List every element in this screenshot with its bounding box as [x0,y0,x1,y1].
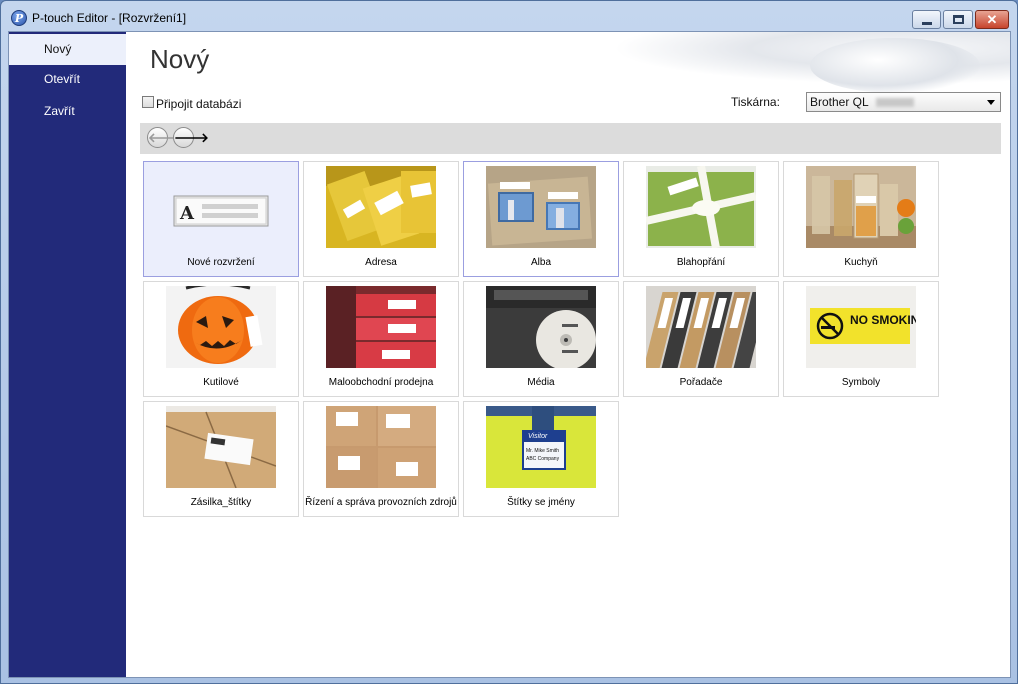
header-decoration [590,32,1010,93]
template-shipping[interactable]: Zásilka_štítky [143,401,299,517]
template-binders[interactable]: Pořadače [623,281,779,397]
main-panel: Nový Připojit databázi Tiskárna: Brother… [126,32,1010,677]
album-photo [486,166,596,248]
back-button[interactable]: 🡐 [147,127,183,148]
p-touch-icon[interactable]: P [11,10,27,26]
template-name-badges[interactable]: Visitor Mr. Mike Smith ABC Company Štítk… [463,401,619,517]
template-new-layout[interactable]: A Nové rozvržení [143,161,299,277]
template-label: Kutilové [203,377,239,388]
printer-model-blurred [875,98,914,108]
database-checkbox[interactable] [142,96,154,108]
media-disc-photo [486,286,596,368]
navigation-bar: 🡐 🡒 [140,123,1001,154]
sidebar-item-close[interactable]: Zavřít [9,96,126,127]
maximize-icon [953,15,964,24]
maximize-button[interactable] [943,10,973,29]
title-bar[interactable]: P P-touch Editor - [Rozvržení1] ✕ [1,1,1017,31]
database-checkbox-label[interactable]: Připojit databázi [156,97,241,111]
template-label: Symboly [841,377,881,388]
template-greeting[interactable]: Blahopřání [623,161,779,277]
printer-select-value: Brother QL [810,95,869,109]
new-layout-icon: A [166,166,276,248]
template-label: Pořadače [679,377,723,388]
badge-line-1: Mr. Mike Smith [526,448,559,454]
template-label: Blahopřání [676,257,726,268]
greeting-gift-photo [646,166,756,248]
template-address[interactable]: Adresa [303,161,459,277]
pumpkin-photo [166,286,276,368]
no-smoking-text: NO SMOKING [850,313,916,327]
template-label: Řízení a správa provozních zdrojů [305,497,457,508]
chevron-down-icon [987,100,995,105]
template-label: Nové rozvržení [187,257,255,268]
template-label: Média [527,377,555,388]
sidebar: Nový Otevřít Zavřít [9,32,126,677]
minimize-icon [922,22,932,25]
sidebar-item-open[interactable]: Otevřít [9,64,126,95]
template-asset-management[interactable]: Řízení a správa provozních zdrojů [303,401,459,517]
forward-button[interactable]: 🡒 [173,127,209,148]
address-labels-photo [326,166,436,248]
sidebar-item-new[interactable]: Nový [9,34,126,65]
name-badge-photo: Visitor Mr. Mike Smith ABC Company [486,406,596,488]
svg-text:A: A [179,203,195,224]
badge-title: Visitor [528,433,548,440]
binders-photo [646,286,756,368]
client-area: Nový Otevřít Zavřít Nový Připojit databá… [8,31,1011,678]
no-smoking-sign-photo: NO SMOKING [806,286,916,368]
template-label: Adresa [365,257,397,268]
template-album[interactable]: Alba [463,161,619,277]
window-title: P-touch Editor - [Rozvržení1] [32,11,187,25]
warehouse-boxes-photo [326,406,436,488]
template-label: Kuchyň [844,257,878,268]
minimize-button[interactable] [912,10,941,29]
template-media[interactable]: Média [463,281,619,397]
page-title: Nový [150,44,210,74]
printer-select[interactable]: Brother QL [806,92,1001,112]
template-label: Alba [530,257,551,268]
template-diy[interactable]: Kutilové [143,281,299,397]
retail-boxes-photo [326,286,436,368]
template-symbols[interactable]: NO SMOKING Symboly [783,281,939,397]
template-label: Štítky se jmény [507,497,575,508]
close-icon: ✕ [986,12,998,27]
app-window: P P-touch Editor - [Rozvržení1] ✕ Nový O… [0,0,1018,684]
arrow-right-icon: 🡒 [174,130,209,145]
printer-label: Tiskárna: [731,95,780,109]
template-label: Maloobchodní prodejna [328,377,434,388]
template-label: Zásilka_štítky [190,497,252,508]
template-kitchen[interactable]: Kuchyň [783,161,939,277]
badge-line-2: ABC Company [526,456,560,462]
template-retail[interactable]: Maloobchodní prodejna [303,281,459,397]
kitchen-jars-photo [806,166,916,248]
parcel-photo [166,406,276,488]
close-button[interactable]: ✕ [975,10,1009,29]
